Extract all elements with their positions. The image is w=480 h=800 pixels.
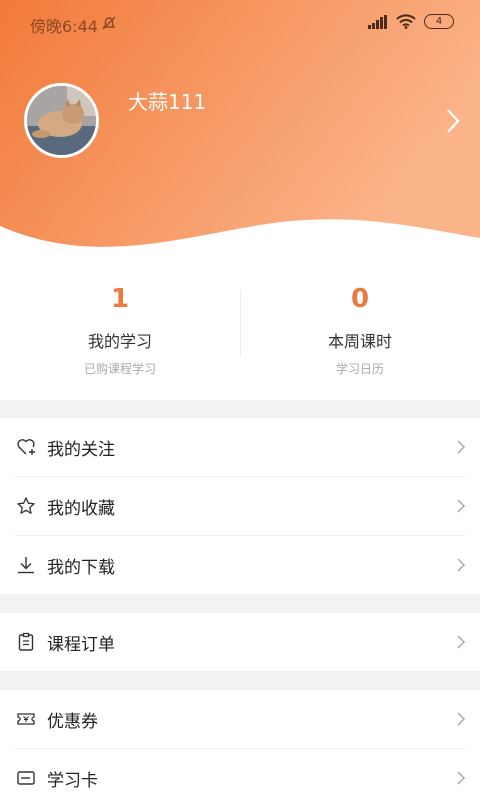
- chevron-right-icon: [457, 712, 466, 726]
- weekly-hours-subtitle: 学习日历: [335, 362, 384, 376]
- chevron-right-icon: [457, 558, 466, 572]
- weekly-hours-title: 本周课时: [327, 332, 392, 351]
- section-gap: [0, 400, 480, 418]
- battery-icon: 4: [424, 14, 454, 29]
- my-study-count: 1: [110, 284, 130, 314]
- my-study-subtitle: 已购课程学习: [83, 362, 156, 376]
- stats-panel: 1 我的学习 已购课程学习 0 本周课时 学习日历: [0, 270, 480, 390]
- menu-label-favorites: 我的收藏: [47, 498, 115, 519]
- menu-item-downloads[interactable]: 我的下载: [0, 536, 480, 594]
- chevron-right-icon: [457, 635, 466, 649]
- menu-label-downloads: 我的下载: [47, 557, 115, 578]
- signal-icon: [368, 14, 387, 29]
- chevron-right-icon: [457, 440, 466, 454]
- status-bar: 傍晚6:44 4: [0, 0, 480, 46]
- alarm-off-icon: [102, 16, 116, 30]
- my-study-title: 我的学习: [87, 332, 152, 351]
- cat-avatar-icon: [27, 86, 96, 155]
- clipboard-icon: [18, 632, 34, 651]
- menu-label-orders: 课程订单: [47, 634, 115, 655]
- menu-item-orders[interactable]: 课程订单: [0, 613, 480, 671]
- chevron-right-icon: [457, 499, 466, 513]
- status-time: 傍晚6:44: [30, 17, 98, 36]
- menu-item-follow[interactable]: 我的关注: [0, 418, 480, 476]
- weekly-hours-stat[interactable]: 0 本周课时 学习日历: [240, 284, 480, 377]
- menu-item-coupons[interactable]: 优惠券: [0, 690, 480, 748]
- status-icons: 4: [368, 14, 454, 29]
- menu-label-coupons: 优惠券: [47, 711, 98, 732]
- menu-item-study-card[interactable]: 学习卡: [0, 749, 480, 800]
- avatar[interactable]: [24, 83, 99, 158]
- my-study-stat[interactable]: 1 我的学习 已购课程学习: [0, 284, 240, 377]
- menu-label-study-card: 学习卡: [47, 770, 98, 791]
- menu-item-favorites[interactable]: 我的收藏: [0, 477, 480, 535]
- section-gap: [0, 671, 480, 690]
- star-icon: [17, 497, 35, 514]
- menu-label-follow: 我的关注: [47, 439, 115, 460]
- weekly-hours-count: 0: [350, 284, 370, 314]
- card-icon: [17, 771, 35, 785]
- profile-header: 傍晚6:44 4 大蒜111: [0, 0, 480, 260]
- chevron-right-icon[interactable]: [446, 108, 460, 134]
- username[interactable]: 大蒜111: [128, 86, 206, 115]
- download-icon: [18, 557, 34, 574]
- section-gap: [0, 594, 480, 613]
- chevron-right-icon: [457, 771, 466, 785]
- wifi-icon: [396, 14, 416, 29]
- heart-plus-icon: [17, 439, 35, 455]
- ticket-icon: [17, 713, 35, 725]
